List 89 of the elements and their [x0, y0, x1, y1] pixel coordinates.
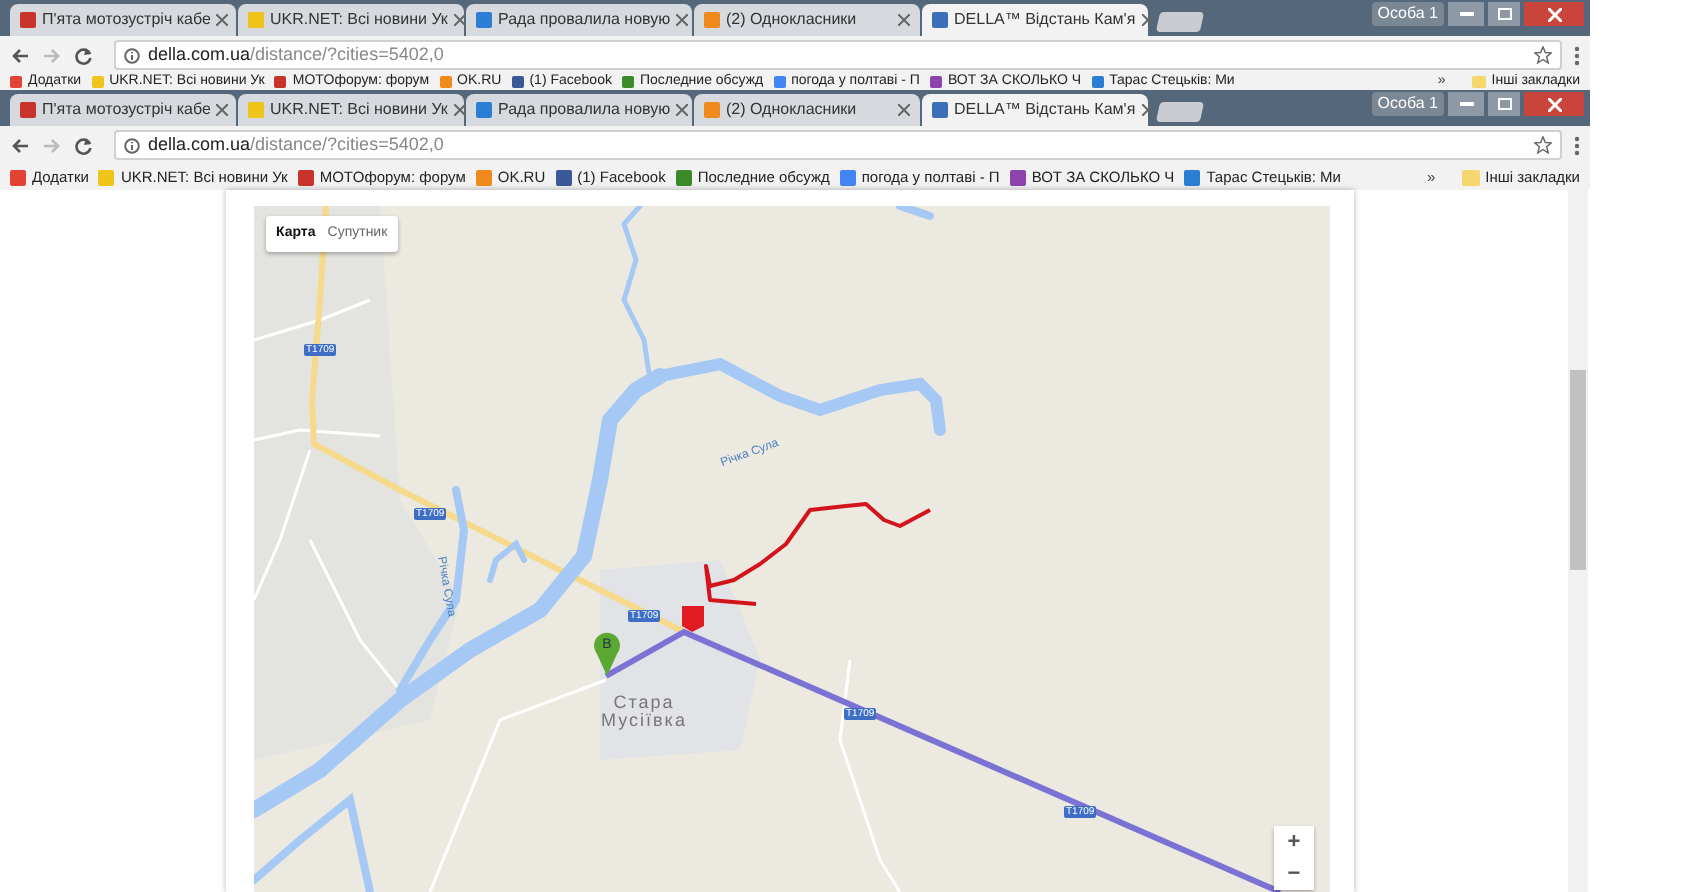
browser-tab[interactable]: (2) Однокласники: [694, 94, 920, 126]
close-icon[interactable]: [676, 14, 689, 26]
info-icon: [124, 47, 140, 63]
close-icon[interactable]: [1141, 104, 1154, 116]
info-icon: [124, 137, 140, 153]
reload-icon[interactable]: [74, 45, 94, 65]
close-icon[interactable]: [216, 104, 229, 116]
tab-title: UKR.NET: Всі новини Ук: [270, 98, 448, 122]
browser-tab[interactable]: П'ята мотозустріч кабе: [10, 94, 236, 126]
map-pin-icon: [682, 606, 704, 632]
tab-title: П'ята мотозустріч кабе: [42, 98, 211, 122]
close-icon[interactable]: [453, 104, 466, 116]
site-icon: [248, 12, 264, 28]
browser-tab[interactable]: DELLA™ Відстань Кам'я: [922, 4, 1148, 36]
place-label: Стара Мусіївка: [599, 694, 689, 730]
browser-tab[interactable]: П'ята мотозустріч кабе: [10, 4, 236, 36]
site-icon: [675, 169, 692, 185]
zoom-button[interactable]: +: [1274, 826, 1314, 858]
site-icon: [274, 76, 287, 88]
scrollbar[interactable]: [1568, 190, 1588, 892]
tab-title: П'ята мотозустріч кабе: [42, 8, 211, 32]
folder-icon: [1471, 76, 1486, 88]
back-icon[interactable]: [10, 135, 30, 155]
star-icon[interactable]: [1534, 136, 1552, 154]
menu-icon[interactable]: [1574, 135, 1580, 155]
site-icon: [1091, 76, 1104, 88]
browser-tab[interactable]: (2) Однокласники: [694, 4, 920, 36]
tab-title: DELLA™ Відстань Кам'я: [954, 98, 1136, 122]
site-icon: [439, 76, 452, 88]
site-icon: [91, 76, 104, 88]
back-icon[interactable]: [10, 45, 30, 65]
close-icon[interactable]: [1141, 14, 1154, 26]
folder-icon: [1461, 169, 1480, 185]
close-icon[interactable]: [216, 14, 229, 26]
browser-tab[interactable]: Рада провалила новую: [466, 94, 692, 126]
site-icon: [476, 102, 492, 118]
address-bar[interactable]: della.com.ua/distance/?cities=5402,0: [114, 40, 1562, 70]
browser-tab[interactable]: UKR.NET: Всі новини Ук: [238, 94, 464, 126]
zoom-button[interactable]: −: [1274, 858, 1314, 890]
site-icon: [475, 169, 492, 185]
site-icon: [704, 12, 720, 28]
site-icon: [476, 12, 492, 28]
minimize-button[interactable]: [1448, 92, 1484, 116]
reload-icon[interactable]: [74, 135, 94, 155]
maximize-button[interactable]: [1488, 2, 1520, 26]
site-icon: [297, 169, 314, 185]
site-icon: [555, 169, 572, 185]
close-icon: [1547, 97, 1561, 111]
tab-title: Рада провалила новую: [498, 8, 671, 32]
close-icon[interactable]: [898, 14, 910, 26]
site-icon: [20, 12, 36, 28]
tab-title: DELLA™ Відстань Кам'я: [954, 8, 1136, 32]
scrollbar-thumb[interactable]: [1570, 370, 1586, 570]
close-icon[interactable]: [898, 104, 910, 116]
site-icon: [1184, 169, 1201, 185]
site-icon: [98, 169, 115, 185]
new-tab-button[interactable]: [1155, 102, 1205, 122]
site-icon: [929, 76, 942, 88]
tab-title: (2) Однокласники: [726, 98, 859, 122]
site-icon: [511, 76, 524, 88]
address-bar[interactable]: della.com.ua/distance/?cities=5402,0: [114, 130, 1562, 160]
url-text: della.com.ua/distance/?cities=5402,0: [148, 131, 444, 158]
maximize-button[interactable]: [1488, 92, 1520, 116]
minimize-button[interactable]: [1448, 2, 1484, 26]
browser-tab[interactable]: UKR.NET: Всі новини Ук: [238, 4, 464, 36]
site-icon: [10, 169, 26, 185]
site-icon: [704, 102, 720, 118]
profile-button[interactable]: Особа 1: [1371, 92, 1444, 116]
close-button[interactable]: [1524, 92, 1584, 116]
close-icon[interactable]: [676, 104, 689, 116]
new-tab-button[interactable]: [1155, 12, 1205, 32]
site-icon: [10, 76, 22, 88]
close-button[interactable]: [1524, 2, 1584, 26]
site-icon: [621, 76, 634, 88]
profile-button[interactable]: Особа 1: [1371, 2, 1444, 26]
site-icon: [932, 12, 948, 28]
browser-tab[interactable]: Рада провалила новую: [466, 4, 692, 36]
close-icon[interactable]: [453, 14, 466, 26]
tab-title: UKR.NET: Всі новини Ук: [270, 8, 448, 32]
tab-title: Рада провалила новую: [498, 98, 671, 122]
site-icon: [1009, 169, 1026, 185]
tab-title: (2) Однокласники: [726, 8, 859, 32]
site-icon: [839, 169, 856, 185]
browser-tab[interactable]: DELLA™ Відстань Кам'я: [922, 94, 1148, 126]
site-icon: [773, 76, 786, 88]
star-icon[interactable]: [1534, 46, 1552, 64]
close-icon: [1547, 7, 1561, 21]
url-text: della.com.ua/distance/?cities=5402,0: [148, 41, 444, 68]
menu-icon[interactable]: [1574, 45, 1580, 65]
